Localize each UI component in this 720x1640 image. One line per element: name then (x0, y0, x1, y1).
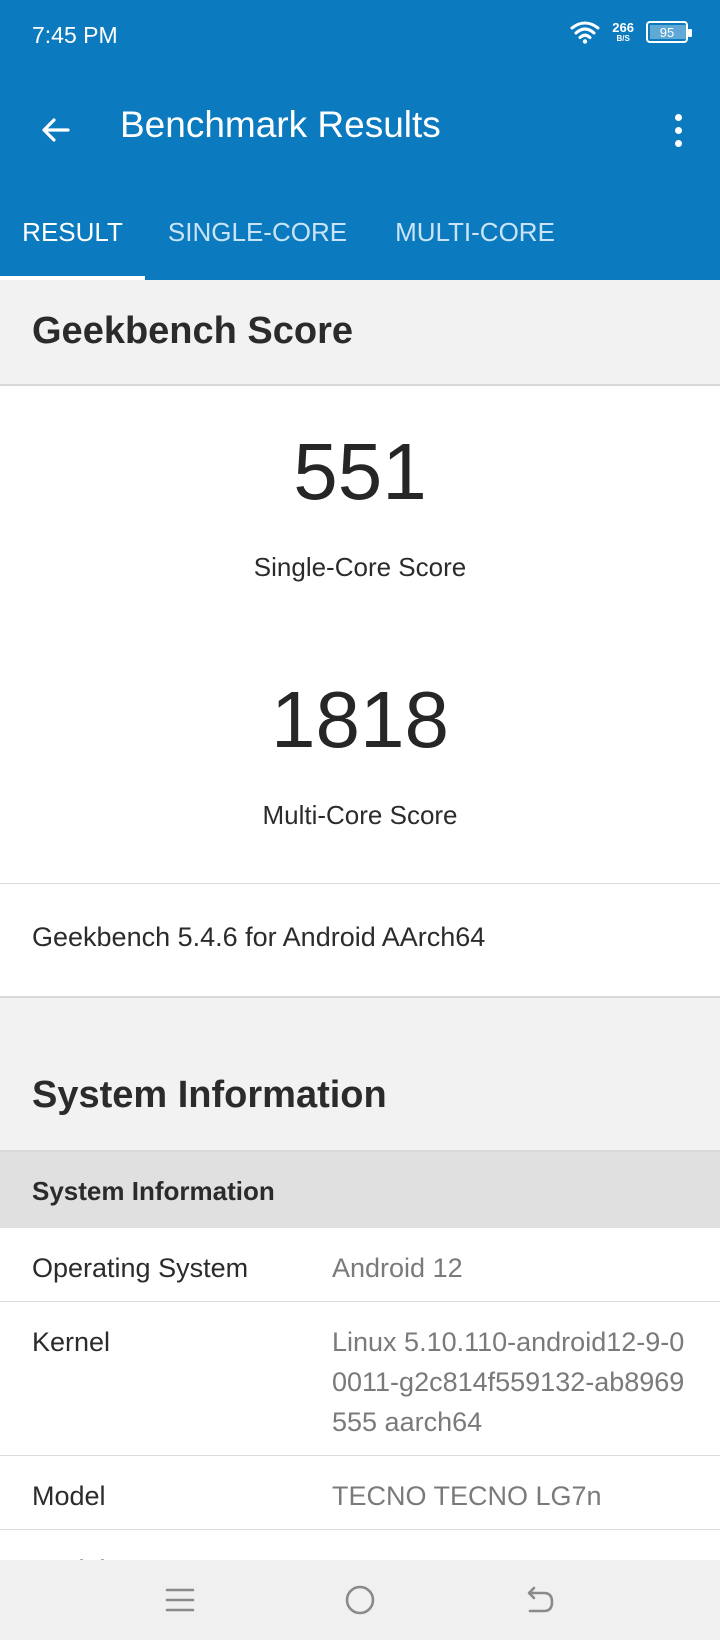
status-time: 7:45 PM (32, 22, 118, 48)
single-core-score-label: Single-Core Score (253, 552, 467, 582)
more-vert-icon (674, 113, 682, 121)
toolbar: Benchmark Results (0, 74, 720, 184)
single-core-score-value: 551 (293, 427, 427, 516)
back-button[interactable] (28, 102, 84, 158)
multi-core-score-label: Multi-Core Score (262, 800, 458, 830)
battery-level: 95 (659, 24, 675, 40)
wifi-icon (570, 20, 600, 44)
battery-icon: 95 (646, 21, 692, 43)
menu-lines-icon (165, 1588, 195, 1612)
system-information-title: System Information (32, 1074, 387, 1116)
info-value: Android 12 (332, 1253, 463, 1283)
system-navigation-bar (0, 1560, 720, 1640)
network-speed-value: 266 (612, 20, 634, 35)
info-key: Operating System (32, 1253, 249, 1283)
page-title: Benchmark Results (120, 104, 441, 145)
back-arrow-icon (527, 1586, 554, 1613)
info-row-model: Model TECNO TECNO LG7n (0, 1456, 720, 1530)
status-bar: 7:45 PM 266 B/S 95 (0, 0, 720, 74)
more-options-button[interactable] (666, 102, 690, 158)
status-icons: 266 B/S 95 (570, 20, 692, 44)
network-speed-unit: B/S (616, 34, 630, 43)
info-value: TECNO TECNO LG7n (332, 1481, 602, 1511)
info-key: Kernel (32, 1327, 111, 1357)
info-value: Linux 5.10.110-android12-9-00011-g2c814f… (332, 1327, 685, 1437)
tab-single-core[interactable]: SINGLE-CORE (160, 184, 355, 280)
system-information-header: System Information (0, 998, 720, 1152)
network-speed: 266 B/S (612, 21, 634, 43)
back-nav-button[interactable] (518, 1580, 562, 1620)
app-bar: 7:45 PM 266 B/S 95 Benchmark Results RES… (0, 0, 720, 280)
tab-result[interactable]: RESULT (0, 184, 145, 280)
system-information-subheader-label: System Information (32, 1176, 275, 1206)
geekbench-score-title: Geekbench Score (32, 310, 354, 352)
tab-bar: RESULT SINGLE-CORE MULTI-CORE (0, 184, 720, 280)
home-circle-icon (345, 1585, 375, 1615)
geekbench-score-header: Geekbench Score (0, 280, 720, 386)
multi-core-score-value: 1818 (271, 675, 449, 764)
home-button[interactable] (338, 1580, 382, 1620)
info-key: Model (32, 1481, 106, 1511)
score-panel: 551 Single-Core Score 1818 Multi-Core Sc… (0, 386, 720, 884)
tab-multi-core[interactable]: MULTI-CORE (380, 184, 570, 280)
arrow-left-icon (42, 118, 70, 142)
recent-apps-button[interactable] (158, 1580, 202, 1620)
version-info: Geekbench 5.4.6 for Android AArch64 (0, 884, 720, 998)
info-row-kernel: Kernel Linux 5.10.110-android12-9-00011-… (0, 1302, 720, 1456)
system-information-subheader: System Information (0, 1152, 720, 1228)
geekbench-version: Geekbench 5.4.6 for Android AArch64 (32, 922, 486, 952)
info-row-operating-system: Operating System Android 12 (0, 1228, 720, 1302)
